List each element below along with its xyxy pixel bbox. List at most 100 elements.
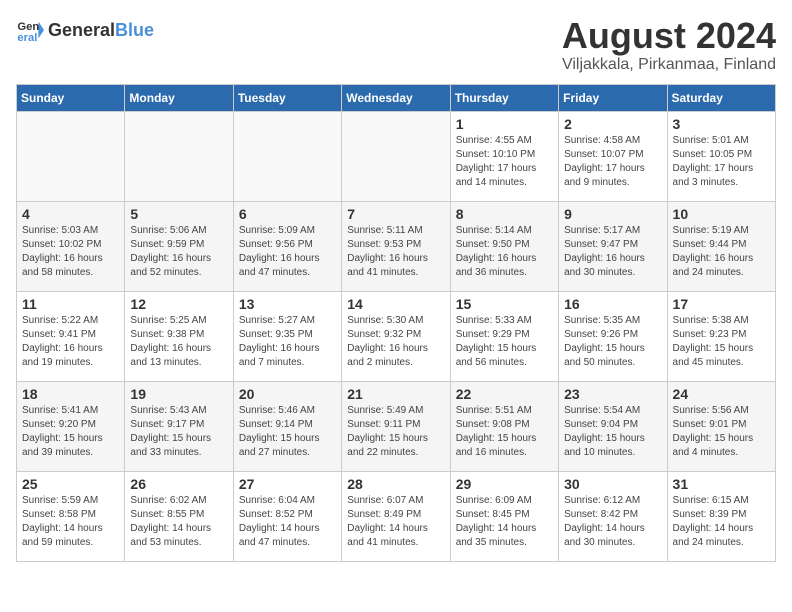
day-number: 24 — [673, 386, 770, 402]
day-number: 18 — [22, 386, 119, 402]
day-number: 19 — [130, 386, 227, 402]
day-info: Sunrise: 5:56 AM Sunset: 9:01 PM Dayligh… — [673, 404, 770, 460]
day-info: Sunrise: 5:49 AM Sunset: 9:11 PM Dayligh… — [347, 404, 444, 460]
logo-icon: Gen eral — [16, 16, 44, 44]
day-number: 30 — [564, 476, 661, 492]
day-info: Sunrise: 5:14 AM Sunset: 9:50 PM Dayligh… — [456, 224, 553, 280]
svg-text:Gen: Gen — [17, 21, 39, 33]
day-number: 25 — [22, 476, 119, 492]
day-info: Sunrise: 5:59 AM Sunset: 8:58 PM Dayligh… — [22, 494, 119, 550]
day-info: Sunrise: 4:58 AM Sunset: 10:07 PM Daylig… — [564, 134, 661, 190]
logo: Gen eral GeneralBlue — [16, 16, 154, 44]
day-number: 16 — [564, 296, 661, 312]
col-friday: Friday — [559, 84, 667, 111]
calendar-week-row: 18 Sunrise: 5:41 AM Sunset: 9:20 PM Dayli… — [17, 381, 776, 471]
table-row: 29Sunrise: 6:09 AM Sunset: 8:45 PM Dayli… — [450, 471, 558, 561]
day-info: Sunrise: 6:15 AM Sunset: 8:39 PM Dayligh… — [673, 494, 770, 550]
col-saturday: Saturday — [667, 84, 775, 111]
day-number: 2 — [564, 116, 661, 132]
day-number: 20 — [239, 386, 336, 402]
day-info: Sunrise: 5:35 AM Sunset: 9:26 PM Dayligh… — [564, 314, 661, 370]
day-number: 26 — [130, 476, 227, 492]
table-row: 26 Sunrise: 6:02 AM Sunset: 8:55 PM Dayli… — [125, 471, 233, 561]
calendar-title: August 2024 — [562, 16, 776, 56]
day-info: Sunrise: 5:17 AM Sunset: 9:47 PM Dayligh… — [564, 224, 661, 280]
calendar-week-row: 11 Sunrise: 5:22 AM Sunset: 9:41 PM Dayli… — [17, 291, 776, 381]
col-sunday: Sunday — [17, 84, 125, 111]
logo-blue: Blue — [115, 20, 154, 40]
calendar-week-row: 1Sunrise: 4:55 AM Sunset: 10:10 PM Dayli… — [17, 111, 776, 201]
col-thursday: Thursday — [450, 84, 558, 111]
table-row: 15Sunrise: 5:33 AM Sunset: 9:29 PM Dayli… — [450, 291, 558, 381]
logo-general: General — [48, 20, 115, 40]
table-row: 13Sunrise: 5:27 AM Sunset: 9:35 PM Dayli… — [233, 291, 341, 381]
day-number: 17 — [673, 296, 770, 312]
day-info: Sunrise: 6:07 AM Sunset: 8:49 PM Dayligh… — [347, 494, 444, 550]
day-number: 23 — [564, 386, 661, 402]
day-info: Sunrise: 5:38 AM Sunset: 9:23 PM Dayligh… — [673, 314, 770, 370]
table-row: 5Sunrise: 5:06 AM Sunset: 9:59 PM Daylig… — [125, 201, 233, 291]
day-number: 15 — [456, 296, 553, 312]
table-row: 28 Sunrise: 6:07 AM Sunset: 8:49 PM Dayli… — [342, 471, 450, 561]
col-tuesday: Tuesday — [233, 84, 341, 111]
table-row: 10 Sunrise: 5:19 AM Sunset: 9:44 PM Dayli… — [667, 201, 775, 291]
col-wednesday: Wednesday — [342, 84, 450, 111]
table-row: 6Sunrise: 5:09 AM Sunset: 9:56 PM Daylig… — [233, 201, 341, 291]
table-row: 11 Sunrise: 5:22 AM Sunset: 9:41 PM Dayli… — [17, 291, 125, 381]
calendar-week-row: 25 Sunrise: 5:59 AM Sunset: 8:58 PM Dayli… — [17, 471, 776, 561]
table-row: 7 Sunrise: 5:11 AM Sunset: 9:53 PM Daylig… — [342, 201, 450, 291]
calendar-week-row: 4Sunrise: 5:03 AM Sunset: 10:02 PM Dayli… — [17, 201, 776, 291]
day-info: Sunrise: 5:11 AM Sunset: 9:53 PM Dayligh… — [347, 224, 444, 280]
day-info: Sunrise: 5:46 AM Sunset: 9:14 PM Dayligh… — [239, 404, 336, 460]
day-info: Sunrise: 5:54 AM Sunset: 9:04 PM Dayligh… — [564, 404, 661, 460]
day-number: 7 — [347, 206, 444, 222]
table-row: 25 Sunrise: 5:59 AM Sunset: 8:58 PM Dayli… — [17, 471, 125, 561]
table-row: 18 Sunrise: 5:41 AM Sunset: 9:20 PM Dayli… — [17, 381, 125, 471]
day-number: 14 — [347, 296, 444, 312]
day-info: Sunrise: 5:30 AM Sunset: 9:32 PM Dayligh… — [347, 314, 444, 370]
day-info: Sunrise: 4:55 AM Sunset: 10:10 PM Daylig… — [456, 134, 553, 190]
day-number: 11 — [22, 296, 119, 312]
title-area: August 2024 Viljakkala, Pirkanmaa, Finla… — [562, 16, 776, 74]
table-row: 17 Sunrise: 5:38 AM Sunset: 9:23 PM Dayli… — [667, 291, 775, 381]
table-row: 19Sunrise: 5:43 AM Sunset: 9:17 PM Dayli… — [125, 381, 233, 471]
table-row — [233, 111, 341, 201]
day-number: 10 — [673, 206, 770, 222]
table-row: 20 Sunrise: 5:46 AM Sunset: 9:14 PM Dayli… — [233, 381, 341, 471]
table-row: 1Sunrise: 4:55 AM Sunset: 10:10 PM Dayli… — [450, 111, 558, 201]
day-number: 4 — [22, 206, 119, 222]
svg-text:eral: eral — [17, 32, 37, 44]
day-number: 29 — [456, 476, 553, 492]
table-row — [125, 111, 233, 201]
day-info: Sunrise: 5:25 AM Sunset: 9:38 PM Dayligh… — [130, 314, 227, 370]
day-info: Sunrise: 5:22 AM Sunset: 9:41 PM Dayligh… — [22, 314, 119, 370]
table-row: 9Sunrise: 5:17 AM Sunset: 9:47 PM Daylig… — [559, 201, 667, 291]
calendar-table: Sunday Monday Tuesday Wednesday Thursday… — [16, 84, 776, 562]
table-row: 24 Sunrise: 5:56 AM Sunset: 9:01 PM Dayli… — [667, 381, 775, 471]
day-info: Sunrise: 5:19 AM Sunset: 9:44 PM Dayligh… — [673, 224, 770, 280]
col-monday: Monday — [125, 84, 233, 111]
day-number: 27 — [239, 476, 336, 492]
day-info: Sunrise: 5:09 AM Sunset: 9:56 PM Dayligh… — [239, 224, 336, 280]
day-number: 28 — [347, 476, 444, 492]
table-row: 14 Sunrise: 5:30 AM Sunset: 9:32 PM Dayli… — [342, 291, 450, 381]
table-row: 2 Sunrise: 4:58 AM Sunset: 10:07 PM Dayli… — [559, 111, 667, 201]
day-info: Sunrise: 5:27 AM Sunset: 9:35 PM Dayligh… — [239, 314, 336, 370]
calendar-header-row: Sunday Monday Tuesday Wednesday Thursday… — [17, 84, 776, 111]
day-info: Sunrise: 5:51 AM Sunset: 9:08 PM Dayligh… — [456, 404, 553, 460]
table-row: 27 Sunrise: 6:04 AM Sunset: 8:52 PM Dayli… — [233, 471, 341, 561]
day-info: Sunrise: 6:04 AM Sunset: 8:52 PM Dayligh… — [239, 494, 336, 550]
table-row: 4Sunrise: 5:03 AM Sunset: 10:02 PM Dayli… — [17, 201, 125, 291]
table-row — [342, 111, 450, 201]
day-number: 21 — [347, 386, 444, 402]
table-row: 22Sunrise: 5:51 AM Sunset: 9:08 PM Dayli… — [450, 381, 558, 471]
day-info: Sunrise: 5:41 AM Sunset: 9:20 PM Dayligh… — [22, 404, 119, 460]
table-row — [17, 111, 125, 201]
day-info: Sunrise: 5:06 AM Sunset: 9:59 PM Dayligh… — [130, 224, 227, 280]
day-number: 8 — [456, 206, 553, 222]
day-number: 31 — [673, 476, 770, 492]
calendar-subtitle: Viljakkala, Pirkanmaa, Finland — [562, 56, 776, 74]
table-row: 21 Sunrise: 5:49 AM Sunset: 9:11 PM Dayli… — [342, 381, 450, 471]
table-row: 3Sunrise: 5:01 AM Sunset: 10:05 PM Dayli… — [667, 111, 775, 201]
day-info: Sunrise: 6:02 AM Sunset: 8:55 PM Dayligh… — [130, 494, 227, 550]
